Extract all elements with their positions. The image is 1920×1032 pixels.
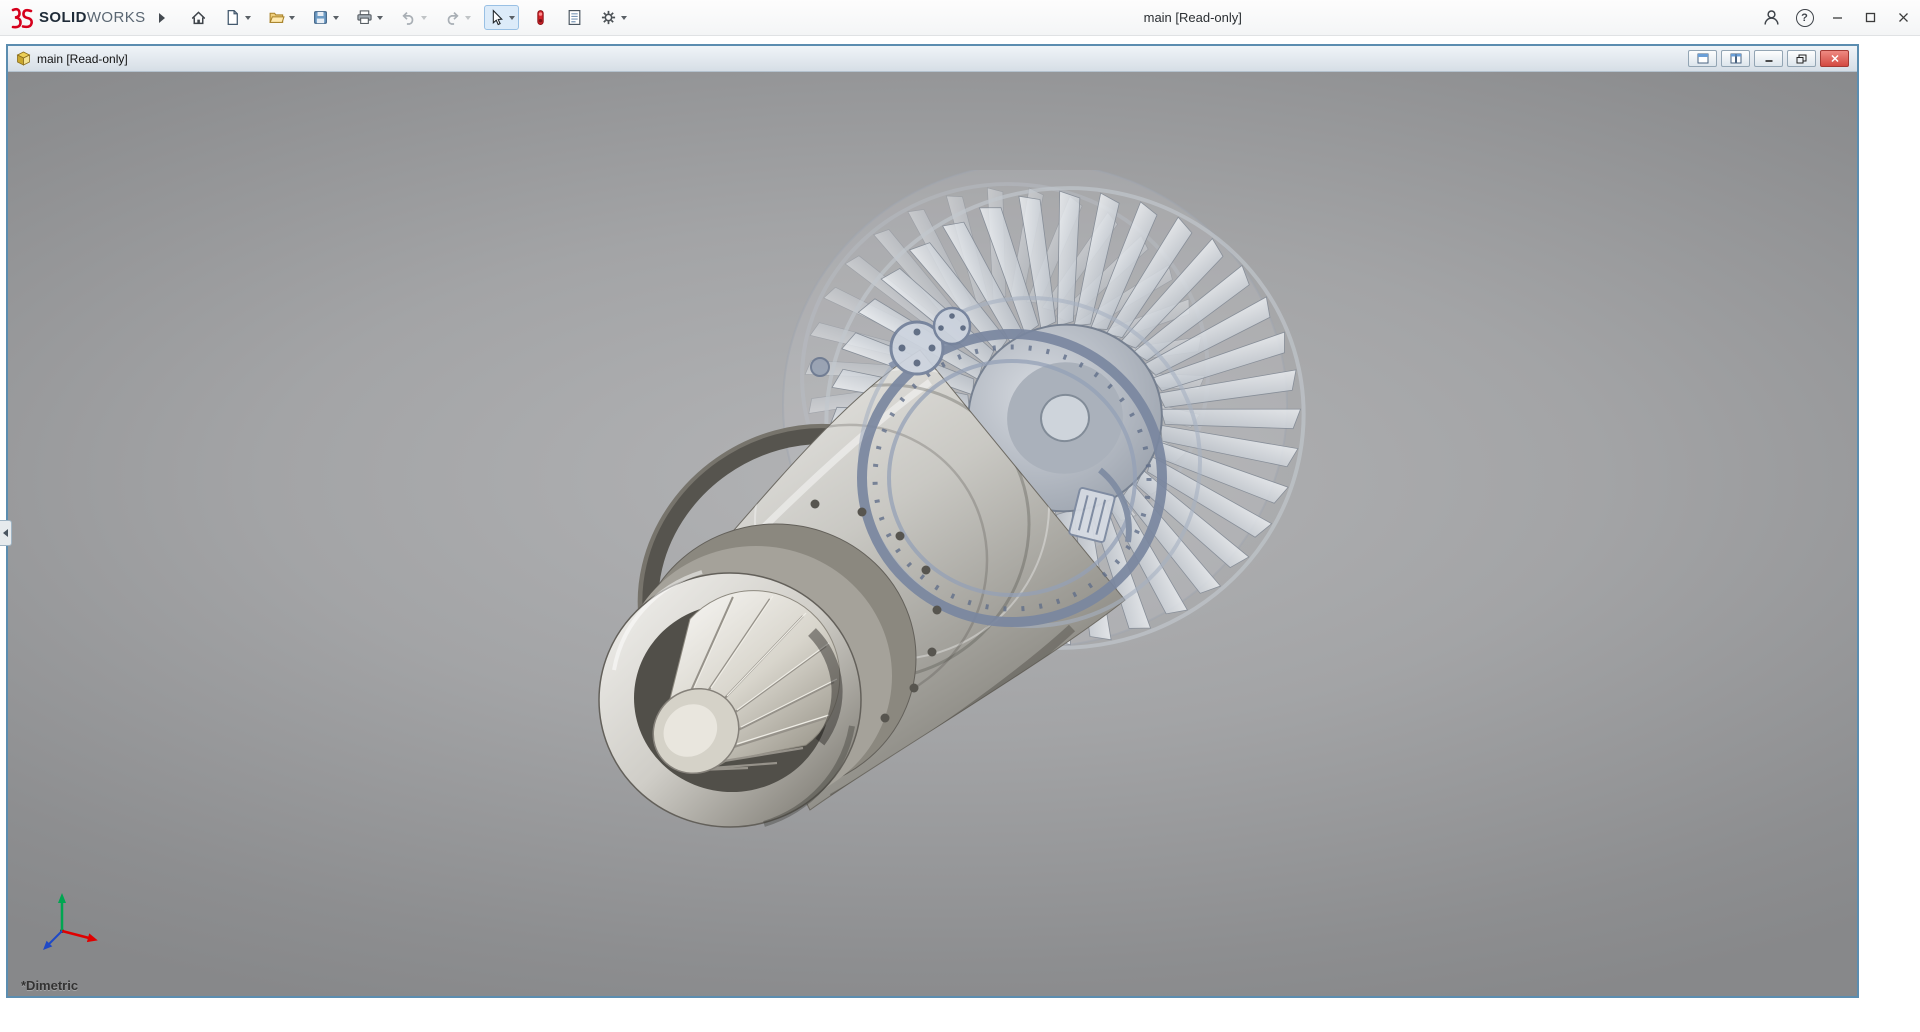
home-icon <box>191 11 205 25</box>
flyout-arrow-icon <box>158 12 165 23</box>
print-button[interactable] <box>352 5 387 30</box>
brand-bold: SOLID <box>39 9 87 26</box>
open-dropdown[interactable] <box>288 15 295 20</box>
maximize-button[interactable] <box>1854 0 1887 36</box>
open-icon <box>268 12 285 23</box>
assembly-cube-icon <box>16 51 31 66</box>
save-dropdown[interactable] <box>332 15 339 20</box>
doc-close-icon <box>1830 54 1839 63</box>
new-window-icon <box>1697 53 1708 64</box>
rebuild-button[interactable] <box>528 5 553 30</box>
minimize-button[interactable] <box>1821 0 1854 36</box>
brand-light: WORKS <box>86 9 146 26</box>
collapse-arrow-icon <box>3 529 8 537</box>
options-button[interactable] <box>596 5 631 30</box>
undo-icon <box>401 12 413 25</box>
doc-restore-button[interactable] <box>1787 50 1816 67</box>
featuremanager-flyout-tab[interactable] <box>0 520 12 546</box>
standard-toolbar <box>186 5 631 30</box>
doc-minimize-button[interactable] <box>1754 50 1783 67</box>
graphics-viewport[interactable]: *Dimetric <box>8 72 1857 996</box>
options-gear-icon <box>601 10 615 25</box>
file-properties-icon <box>568 10 580 25</box>
print-dropdown[interactable] <box>376 15 383 20</box>
options-dropdown[interactable] <box>620 15 627 20</box>
new-document-button[interactable] <box>220 5 255 30</box>
rebuild-traffic-light-icon <box>536 10 544 25</box>
new-window-button[interactable] <box>1688 50 1717 67</box>
redo-icon <box>447 12 459 25</box>
maximize-icon <box>1865 12 1876 23</box>
view-orientation-label: *Dimetric <box>21 978 79 993</box>
toolbar-flyout-button[interactable] <box>154 6 170 30</box>
redo-dropdown[interactable] <box>464 15 471 20</box>
save-icon <box>313 11 327 24</box>
reference-triad <box>43 893 98 950</box>
tile-window-icon <box>1730 53 1741 64</box>
select-dropdown[interactable] <box>508 15 515 20</box>
new-document-dropdown[interactable] <box>244 15 251 20</box>
help-glyph: ? <box>1801 11 1808 24</box>
select-button[interactable] <box>483 5 519 30</box>
close-button[interactable] <box>1887 0 1920 36</box>
solidworks-logo-icon <box>11 7 33 28</box>
document-titlebar[interactable]: main [Read-only] <box>8 46 1857 72</box>
new-document-icon <box>227 9 238 26</box>
redo-button[interactable] <box>440 5 475 30</box>
undo-dropdown[interactable] <box>420 15 427 20</box>
model-jet-engine[interactable] <box>580 170 1340 870</box>
tile-window-button[interactable] <box>1721 50 1750 67</box>
save-button[interactable] <box>308 5 343 30</box>
help-button[interactable]: ? <box>1788 0 1821 36</box>
user-account-button[interactable] <box>1755 0 1788 36</box>
select-cursor-icon <box>492 9 503 26</box>
solidworks-logo: SOLIDWORKS <box>0 7 154 29</box>
help-icon: ? <box>1795 8 1814 27</box>
print-icon <box>356 10 372 24</box>
home-button[interactable] <box>186 5 211 30</box>
doc-restore-icon <box>1796 54 1807 63</box>
doc-minimize-icon <box>1765 60 1772 62</box>
minimize-icon <box>1833 17 1842 19</box>
open-button[interactable] <box>264 5 299 30</box>
document-title: main [Read-only] <box>37 51 128 66</box>
solidworks-wordmark: SOLIDWORKS <box>39 9 146 26</box>
file-properties-button[interactable] <box>562 5 587 30</box>
document-window-controls <box>1688 50 1849 67</box>
user-account-icon <box>1764 10 1779 25</box>
window-controls: ? <box>1755 0 1920 36</box>
close-icon <box>1899 13 1908 22</box>
app-titlebar: SOLIDWORKS main [Read-only] ? <box>0 0 1920 36</box>
undo-button[interactable] <box>396 5 431 30</box>
document-window: main [Read-only] *Dimetric <box>6 44 1859 998</box>
window-title: main [Read-only] <box>1143 10 1242 25</box>
doc-close-button[interactable] <box>1820 50 1849 67</box>
